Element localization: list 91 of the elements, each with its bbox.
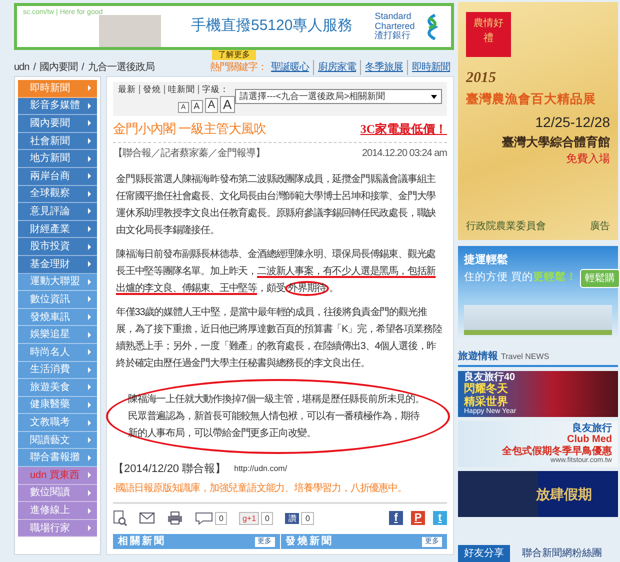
font-size-label: 字級： [198,85,232,94]
comment-count: 0 [215,512,228,524]
brand-name: Standard Chartered 渣打銀行 [374,12,416,41]
sidebar-item[interactable]: 數位閱讀 [18,484,97,502]
expo-ad[interactable]: 農情好禮 2015 臺灣農漁會百大精品展 12/25-12/28 臺灣大學綜合體育館 免費入場 行政院農業委員會 廣告 [458,2,618,240]
sidebar-item[interactable]: 地方新聞 [18,150,97,168]
ad-text: 全包式假期冬季早鳥優惠 [501,446,612,457]
hot-keywords-label: 熱門關鍵字： [210,60,267,74]
related-news-select[interactable]: 請選擇---<九合一選後政局>相關新聞 [234,89,442,104]
article-byline: 【聯合報／記者蔡家蓁／金門報導】 [113,146,265,160]
article-paragraph: 年僅33歲的媒體人王中堅，是當中最年輕的成員，往後將負責金門的觀光推展，為了接下重擔，近日他已將厚達數百頁的預算書「K」完，希望各項業務陸續熟悉上手；另外，一度「難產」的教育處長，在陸續傳出3、4個人選後，昨終於確定由歷任過金門大學主任秘書與總務長的李文良出任。 [116,306,444,370]
sidebar-item[interactable]: 運動大聯盟 [18,274,97,292]
ad-link[interactable]: ‧國語日報原版知識庫，加強兒童語文能力、培養學習力，八折優惠中。 [113,481,447,504]
font-size-button[interactable]: A [190,100,203,112]
font-size-button[interactable]: A [204,98,218,112]
ad-venue: 臺灣大學綜合體育館 [501,134,610,152]
ad-brand: 良友旅行40 [464,372,516,383]
sidebar-item[interactable]: 生活消費 [18,362,97,380]
ad-button[interactable]: 輕鬆購 [580,268,620,288]
sidebar-item[interactable]: 閱讀藝文 [18,432,97,450]
sidebar-item[interactable]: 股市投資 [18,238,97,256]
keyword-link[interactable]: 聖誕暖心 [267,60,313,74]
section-subtitle: Travel NEWS [501,351,550,363]
sidebar-item[interactable]: 聯合書報攤 [18,449,97,468]
article-title: 金門小內閣 一級主管大風吹 [113,120,266,136]
ad-title: 捷運輕鬆 [464,252,509,268]
ad-headline: 手機直撥55120專人服務 [191,16,353,36]
ad-text: 精采世界 [464,396,509,408]
sidebar-item[interactable]: 影音多媒體 [18,98,97,116]
sidebar-item[interactable]: 社會新聞 [18,132,97,150]
sidebar-item[interactable]: 財經產業 [18,220,97,238]
tab-title: 發燒新聞 [286,534,334,549]
ad-label: 廣告 [590,220,610,234]
breadcrumb-link[interactable]: udn [14,60,30,74]
sidebar-item[interactable]: 時尚名人 [18,344,97,362]
ad-note: 免費入場 [565,152,610,168]
keyword-link[interactable]: 即時新聞 [407,60,454,74]
sidebar-item[interactable]: 娛樂追星 [18,326,97,344]
plus-one-count: 0 [261,512,274,524]
like-count: 0 [301,512,314,524]
sidebar-item[interactable]: 意見評論 [18,203,97,221]
breadcrumb-link[interactable]: 九合一選後政局 [88,60,154,74]
breadcrumb-link[interactable]: 國內要聞 [39,60,78,74]
tool-link[interactable]: 哇新聞 [164,85,198,94]
social-tab[interactable]: 好友分享 [458,545,510,562]
sidebar-item[interactable]: 文教職考 [18,414,97,432]
ad-year: 2015 [466,69,497,88]
section-title: 旅遊情報 [458,350,498,364]
sidebar-item[interactable]: 兩岸台商 [18,168,97,186]
ad-brand: 良友旅行 [571,422,612,434]
sidebar-item[interactable]: 健康醫藥 [18,396,97,414]
keyword-link[interactable]: 冬季旅展 [360,60,407,74]
ad-title: 臺灣農漁會百大精品展 [466,90,597,108]
sidebar-item[interactable]: 旅遊美食 [18,379,97,397]
ad-text: 放肆假期 [536,486,593,502]
like-button[interactable]: 讚 [285,512,300,524]
ad-sponsor: 行政院農業委員會 [466,220,546,234]
plus-one-button[interactable]: g+1 [239,512,260,524]
ad-slogan: 住的方便 買的更輕鬆！ [464,270,577,286]
sidebar-item[interactable]: 國內要聞 [18,115,97,133]
tool-link[interactable]: 最新 [118,85,139,94]
metro-ad[interactable]: 捷運輕鬆 住的方便 買的更輕鬆！ 輕鬆購 [458,246,618,341]
ad-dates: 12/25-12/28 [534,113,610,132]
ad-text: Club Med [566,434,612,446]
article-paragraph: 陳福海日前發布副縣長林德恭、金酒總經理陳永明、環保局長傅錫東、觀光處長王中堅等團隊名單。加上昨天，二波新人事案，有不少人選是黑馬，包括新出爐的李文良、傅錫東、王中堅等，頗受 外界期待 。 [116,248,437,296]
sidebar-item[interactable]: 職場行家 [18,520,97,538]
learn-more-tab[interactable]: 了解更多 [212,50,256,60]
social-network-icon[interactable]: t [433,511,447,525]
sidebar-item[interactable]: 數位資訊 [18,291,97,309]
ad-text: 閃耀冬天 [464,383,509,396]
source-link[interactable]: http://udn.com/ [234,462,288,475]
article-source: 【2014/12/20 聯合報】 [113,462,226,476]
sidebar-item[interactable]: 全球觀察 [18,186,97,204]
sidebar-item[interactable]: 進修線上 [18,502,97,520]
breadcrumb-separator: / [33,60,36,74]
social-network-icon[interactable]: P [411,511,425,525]
keyword-link[interactable]: 廚房家電 [313,60,360,74]
font-size-button[interactable]: A [220,96,235,112]
tool-link[interactable]: 發燒 [139,85,164,94]
social-tab[interactable]: 聯合新聞網粉絲團 [516,545,608,562]
article-paragraph: 金門縣長當選人陳福海昨發布第二波縣政團隊成員，延攬金門縣議會議事組主任甯國平擔任社會處長、文化局長由台灣師範大學博士呂坤和接掌、金門大學運休系助理教授李文良出任教育處長。原縣府參議李錫回轉任民政處長，職缺由文化局長李錫隆接任。 [116,172,437,238]
promo-link[interactable]: 3C家電最低價！ [360,120,447,138]
sidebar-item[interactable]: 即時新聞 [18,80,97,98]
sidebar-item[interactable]: 基金理財 [18,256,97,274]
breadcrumb-separator: / [81,60,84,74]
tab-title: 相關新聞 [118,534,166,549]
article-date: 2014.12.20 03:24 am [362,146,447,160]
social-network-icon[interactable]: f [389,511,403,525]
travel-ad[interactable]: 放肆假期 [458,471,618,517]
ad-badge: 農情好禮 [466,12,511,57]
sidebar-item[interactable]: 發燒車訊 [18,308,97,326]
